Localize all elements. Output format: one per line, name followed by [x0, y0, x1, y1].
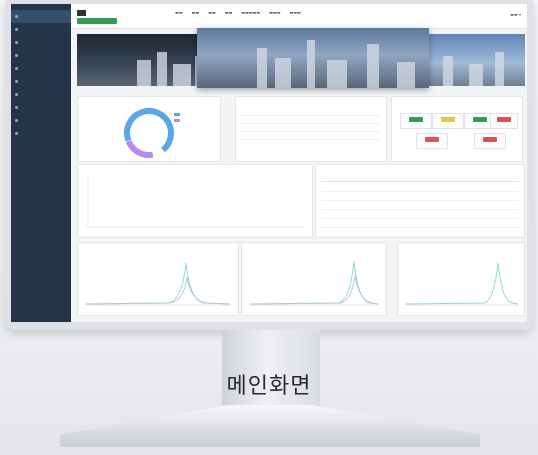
- monitor-frame: ▬▬ ▬▬ ▬▬ ▬▬ ▬▬▬▬▬ ▬▬▬ ▬▬▬ ▬▬ ▾: [5, 0, 533, 330]
- nav-item[interactable]: ▬▬: [175, 10, 183, 15]
- sidebar-item-6[interactable]: [11, 75, 71, 88]
- legend-swatch-1: [174, 113, 180, 116]
- peak-chart-1: [85, 262, 231, 306]
- logo: [77, 10, 86, 16]
- sidebar-item-3[interactable]: [11, 36, 71, 49]
- status-panel: [391, 96, 523, 162]
- nav-item[interactable]: ▬▬▬: [290, 10, 301, 15]
- peak-series: [249, 274, 379, 305]
- chart-panel-2: [241, 242, 387, 316]
- peak-chart-2: [249, 260, 379, 306]
- banner-main[interactable]: [197, 28, 429, 88]
- nav-item[interactable]: ▬▬: [208, 10, 216, 15]
- chart-panel-3: [397, 242, 525, 316]
- peak-chart-3: [405, 262, 519, 306]
- donut-arc-2: [124, 108, 174, 158]
- menu-icon: [15, 28, 18, 31]
- nav-item[interactable]: ▬▬: [225, 10, 233, 15]
- menu-icon: [15, 54, 18, 57]
- donut-panel: [77, 96, 221, 162]
- legend-swatch-2: [174, 119, 180, 122]
- top-bar: ▬▬ ▬▬ ▬▬ ▬▬ ▬▬▬▬▬ ▬▬▬ ▬▬▬ ▬▬ ▾: [71, 4, 527, 29]
- dashboard-screen: ▬▬ ▬▬ ▬▬ ▬▬ ▬▬▬▬▬ ▬▬▬ ▬▬▬ ▬▬ ▾: [11, 4, 527, 322]
- status-box[interactable]: [400, 113, 432, 129]
- status-box[interactable]: [416, 133, 448, 149]
- sidebar-item-8[interactable]: [11, 101, 71, 114]
- menu-icon: [15, 80, 18, 83]
- menu-icon: [15, 15, 18, 18]
- status-box[interactable]: [432, 113, 464, 129]
- sidebar-item-10[interactable]: [11, 127, 71, 140]
- nav-item[interactable]: ▬▬▬: [269, 10, 280, 15]
- menu-icon: [15, 132, 18, 135]
- menu-icon: [15, 41, 18, 44]
- trend-chart: [87, 177, 304, 228]
- monitor-stand-base: [60, 405, 480, 447]
- user-menu[interactable]: ▬▬ ▾: [510, 12, 521, 17]
- list-panel: [235, 96, 387, 162]
- status-box[interactable]: [474, 133, 506, 149]
- menu-icon: [15, 67, 18, 70]
- banner-left[interactable]: [77, 34, 213, 86]
- table-panel: [315, 164, 525, 238]
- site-badge[interactable]: [77, 18, 117, 24]
- nav-item[interactable]: ▬▬▬▬▬: [241, 10, 260, 15]
- sidebar-item-5[interactable]: [11, 62, 71, 75]
- status-box[interactable]: [490, 113, 518, 129]
- nav-item[interactable]: ▬▬: [192, 10, 200, 15]
- peak-series: [85, 276, 231, 305]
- peak-series: [405, 262, 519, 305]
- sidebar-item-4[interactable]: [11, 49, 71, 62]
- chart-panel-1: [77, 242, 239, 316]
- peak-series: [85, 262, 231, 305]
- banner-right[interactable]: [429, 34, 525, 86]
- caption-main-screen: 메인화면: [226, 374, 312, 399]
- trend-panel: [77, 164, 313, 238]
- sidebar-item-7[interactable]: [11, 88, 71, 101]
- sidebar-item-2[interactable]: [11, 23, 71, 36]
- sidebar-item-1[interactable]: [11, 10, 71, 23]
- menu-icon: [15, 119, 18, 122]
- menu-icon: [15, 106, 18, 109]
- peak-series: [249, 260, 379, 305]
- sidebar: [11, 4, 71, 322]
- top-nav: ▬▬ ▬▬ ▬▬ ▬▬ ▬▬▬▬▬ ▬▬▬ ▬▬▬: [175, 10, 301, 15]
- menu-icon: [15, 93, 18, 96]
- donut-chart: [124, 108, 174, 158]
- sidebar-item-9[interactable]: [11, 114, 71, 127]
